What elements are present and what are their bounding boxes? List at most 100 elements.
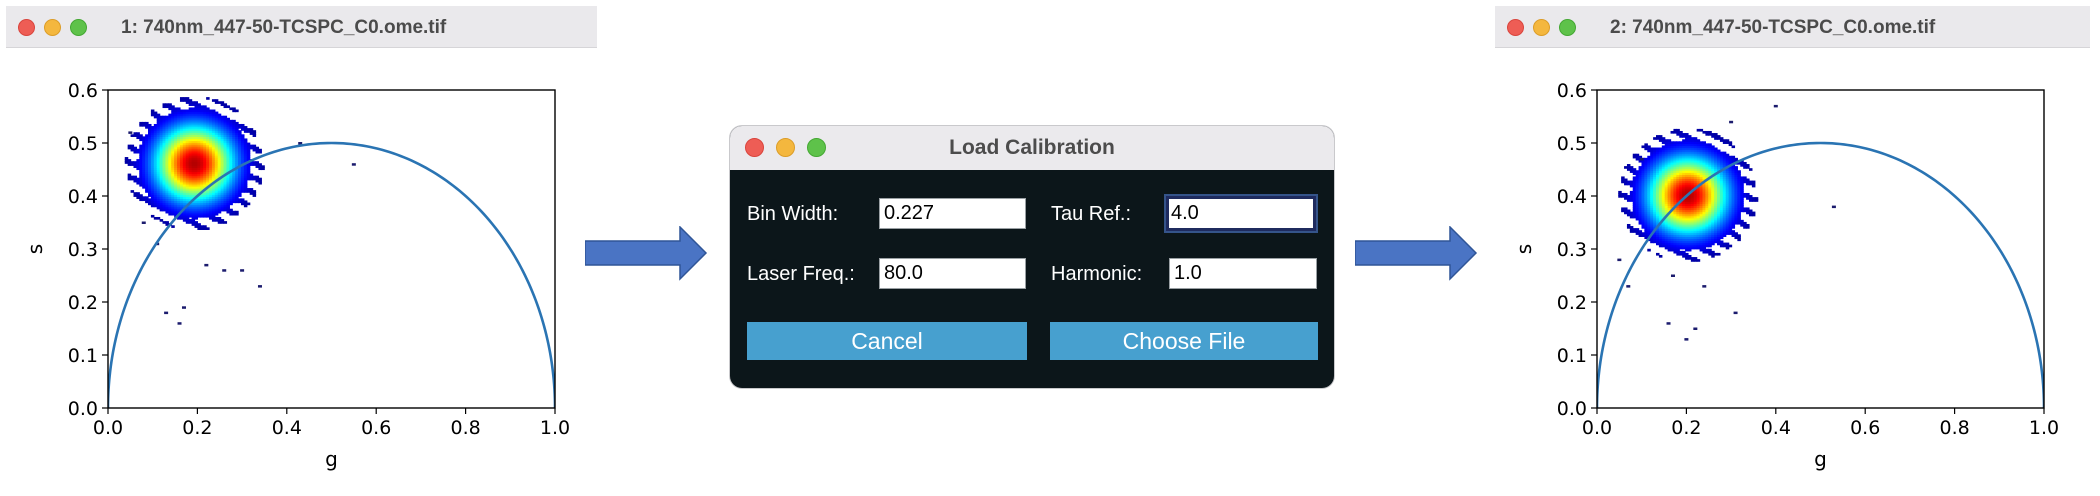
- density-cell: [240, 134, 245, 137]
- data-point: [204, 263, 209, 267]
- x-tick-label: 0.2: [1671, 417, 1701, 439]
- density-cell: [206, 97, 210, 100]
- data-point: [257, 285, 262, 288]
- density-cell: [1737, 170, 1741, 173]
- tau-ref-label: Tau Ref.:: [1051, 203, 1132, 225]
- y-tick-label: 0.5: [1557, 133, 1587, 155]
- x-tick-label: 0.6: [1850, 417, 1880, 439]
- zoom-button[interactable]: [70, 19, 87, 36]
- plot-area: [108, 97, 555, 408]
- data-point: [181, 306, 186, 309]
- density-cell: [1728, 244, 1733, 248]
- y-tick-label: 0.4: [1557, 186, 1587, 208]
- left-window-title: 1: 740nm_447-50-TCSPC_C0.ome.tif: [121, 17, 447, 38]
- dialog-title: Load Calibration: [949, 136, 1115, 159]
- cancel-button[interactable]: Cancel: [747, 322, 1027, 360]
- bin-width-input[interactable]: [879, 198, 1026, 229]
- density-cell: [1731, 145, 1736, 149]
- x-tick-label: 0.4: [272, 417, 302, 439]
- arrow-right-icon: [585, 226, 708, 281]
- minimize-button[interactable]: [1533, 19, 1550, 36]
- right-window-title: 2: 740nm_447-50-TCSPC_C0.ome.tif: [1610, 17, 1936, 38]
- data-point: [351, 163, 356, 166]
- x-tick-label: 0.0: [93, 417, 123, 439]
- laser-freq-label: Laser Freq.:: [747, 263, 855, 285]
- y-tick-label: 0.2: [68, 292, 98, 314]
- x-axis-label: g: [325, 447, 338, 471]
- x-tick-label: 0.6: [361, 417, 391, 439]
- density-cell: [1751, 211, 1756, 215]
- close-button[interactable]: [1507, 19, 1524, 36]
- density-cell: [1746, 164, 1750, 167]
- density-cell: [1754, 197, 1759, 200]
- density-cell: [246, 202, 251, 206]
- choose-file-button[interactable]: Choose File: [1050, 322, 1318, 360]
- right-window-titlebar: 2: 740nm_447-50-TCSPC_C0.ome.tif: [1495, 6, 2090, 48]
- density-cell: [1746, 223, 1750, 227]
- density-cell: [171, 225, 175, 228]
- minimize-button[interactable]: [44, 19, 61, 36]
- harmonic-input[interactable]: [1169, 258, 1317, 289]
- density-cell: [258, 148, 262, 152]
- arrow-right-icon: [1355, 226, 1478, 281]
- density-cell: [1748, 168, 1753, 171]
- data-point: [1617, 258, 1622, 262]
- y-tick-label: 0.1: [1557, 345, 1587, 367]
- data-point: [240, 269, 245, 272]
- laser-freq-input[interactable]: [879, 258, 1026, 289]
- tau-ref-input[interactable]: [1166, 196, 1316, 231]
- density-cell: [252, 190, 257, 193]
- x-tick-label: 0.4: [1761, 417, 1791, 439]
- right-window-controls: [1507, 19, 1585, 40]
- harmonic-label: Harmonic:: [1051, 263, 1143, 285]
- x-tick-label: 0.0: [1582, 417, 1612, 439]
- density-cell: [252, 130, 257, 133]
- y-axis-label: s: [1512, 244, 1536, 254]
- density-cell: [223, 221, 228, 224]
- data-point: [1693, 327, 1698, 330]
- density-cell: [1734, 166, 1738, 169]
- close-button[interactable]: [18, 19, 35, 36]
- data-point: [1684, 338, 1689, 341]
- y-tick-label: 0.3: [1557, 239, 1587, 261]
- data-point: [164, 311, 169, 315]
- y-axis-label: s: [23, 244, 47, 254]
- density-cell: [261, 165, 265, 168]
- density-cell: [1658, 254, 1663, 258]
- data-point: [141, 221, 146, 224]
- x-tick-label: 1.0: [540, 417, 570, 439]
- zoom-button[interactable]: [1559, 19, 1576, 36]
- density-cell: [1737, 234, 1741, 237]
- load-calibration-dialog: Load Calibration Bin Width: Tau Ref.: La…: [730, 126, 1334, 388]
- y-tick-label: 0.3: [68, 239, 98, 261]
- density-cell: [235, 210, 239, 214]
- density-cell: [1647, 248, 1651, 252]
- density-cell: [258, 177, 262, 181]
- x-tick-label: 0.8: [1939, 417, 1969, 439]
- density-cell: [1751, 180, 1756, 184]
- density-cell: [206, 227, 210, 230]
- left-window-controls: [18, 19, 96, 40]
- data-point: [222, 269, 227, 272]
- y-tick-label: 0.0: [1557, 398, 1587, 420]
- density-cell: [243, 138, 248, 142]
- phasor-plot-left: 0.0 0.2 0.4 0.6 0.8 1.0 0.0 0.1 0.2 0.3 0.4 0.5 0.6 g…: [23, 80, 570, 471]
- data-point: [1702, 285, 1707, 288]
- density-cell: [1728, 141, 1733, 144]
- data-point: [177, 322, 182, 325]
- y-tick-label: 0.6: [1557, 80, 1587, 102]
- y-tick-label: 0.0: [68, 398, 98, 420]
- data-point: [1831, 205, 1836, 209]
- data-point: [1670, 274, 1675, 277]
- x-axis-label: g: [1814, 447, 1827, 471]
- y-tick-label: 0.6: [68, 80, 98, 102]
- dialog-titlebar: Load Calibration: [730, 126, 1334, 170]
- x-tick-label: 0.8: [450, 417, 480, 439]
- bin-width-label: Bin Width:: [747, 203, 839, 225]
- data-point: [128, 131, 133, 134]
- data-point: [1733, 311, 1738, 315]
- plot-area: [1597, 104, 2044, 408]
- x-tick-label: 0.2: [182, 417, 212, 439]
- data-point: [1773, 104, 1778, 108]
- data-point: [1729, 120, 1734, 124]
